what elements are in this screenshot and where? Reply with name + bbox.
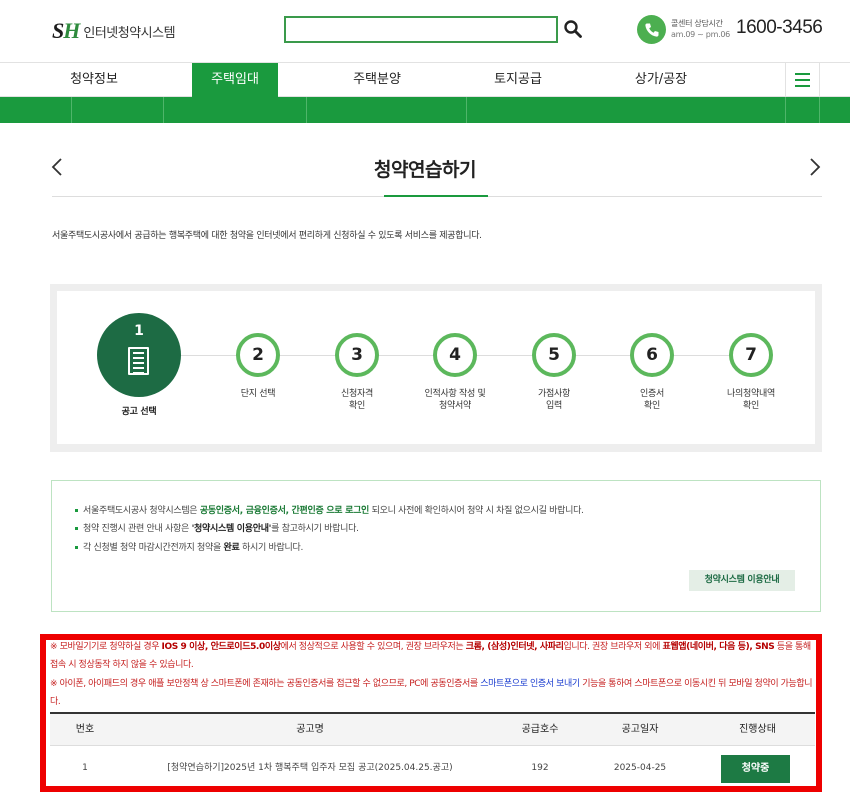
nav-item-land-supply[interactable]: 토지공급 bbox=[468, 63, 568, 97]
nav-item-commercial-factory[interactable]: 상가/공장 bbox=[611, 63, 711, 97]
logo-mark: SH bbox=[52, 18, 80, 43]
nav-item-housing-rental[interactable]: 주택임대 bbox=[192, 63, 278, 97]
step-4-label: 인적사항 작성 및 청약서약 bbox=[424, 389, 486, 411]
notice-line-3: 각 신청별 청약 마감시간전까지 청약을 완료 하시기 바랍니다. bbox=[75, 540, 303, 553]
step-6: 6 bbox=[630, 333, 674, 377]
step-number: 1 bbox=[134, 323, 144, 339]
step-5-label: 가점사항 입력 bbox=[538, 389, 570, 411]
phone-number: 1600-3456 bbox=[736, 17, 823, 38]
step-7-label: 나의청약내역 확인 bbox=[727, 389, 775, 411]
logo-text: 인터넷청약시스템 bbox=[83, 25, 176, 41]
search-input[interactable] bbox=[284, 16, 558, 43]
step-3-label: 신청자격 확인 bbox=[341, 389, 373, 411]
step-5: 5 bbox=[532, 333, 576, 377]
nav-item-subscription-info[interactable]: 청약정보 bbox=[44, 63, 144, 97]
step-1-label: 공고 선택 bbox=[121, 407, 157, 417]
chevron-right-icon[interactable] bbox=[808, 157, 822, 177]
document-icon bbox=[128, 347, 149, 375]
nav-item-housing-sale[interactable]: 주택분양 bbox=[327, 63, 427, 97]
breadcrumb-level1[interactable] bbox=[72, 97, 164, 123]
callcenter-hours: am.09 ~ pm.06 bbox=[671, 30, 730, 39]
highlight-frame bbox=[40, 634, 822, 792]
step-7: 7 bbox=[729, 333, 773, 377]
site-logo[interactable]: SH 인터넷청약시스템 bbox=[52, 18, 176, 44]
notice-line-1: 서울주택도시공사 청약시스템은 공동인증서, 금융인증서, 간편인증 으로 로그… bbox=[75, 503, 584, 516]
page-title: 청약연습하기 bbox=[374, 159, 476, 181]
phone-icon bbox=[637, 15, 666, 44]
hamburger-menu-icon[interactable] bbox=[785, 63, 820, 97]
step-2-label: 단지 선택 bbox=[240, 389, 276, 399]
step-1-current: 1 bbox=[97, 313, 181, 397]
breadcrumb-level2[interactable] bbox=[164, 97, 307, 123]
site-header: SH 인터넷청약시스템 콜센터 상담시간 am.09 ~ pm.06 1600-… bbox=[0, 0, 850, 62]
main-nav: 청약정보 주택임대 주택분양 토지공급 상가/공장 bbox=[0, 62, 850, 97]
step-2: 2 bbox=[236, 333, 280, 377]
step-3: 3 bbox=[335, 333, 379, 377]
notice-line-2: 청약 진행시 관련 안내 사항은 '청약시스템 이용안내'를 참고하시기 바랍니… bbox=[75, 521, 359, 534]
step-4: 4 bbox=[433, 333, 477, 377]
system-guide-button[interactable]: 청약시스템 이용안내 bbox=[689, 570, 795, 591]
intro-text: 서울주택도시공사에서 공급하는 행복주택에 대한 청약을 인터넷에서 편리하게 … bbox=[52, 231, 482, 241]
title-accent bbox=[384, 195, 488, 197]
callcenter-title: 콜센터 상담시간 bbox=[671, 19, 723, 28]
step-6-label: 인증서 확인 bbox=[640, 389, 664, 411]
breadcrumb-level3[interactable] bbox=[307, 97, 467, 123]
breadcrumb-home[interactable] bbox=[50, 97, 72, 123]
search-icon[interactable] bbox=[563, 19, 583, 39]
breadcrumb-bar bbox=[0, 97, 850, 123]
callcenter-info: 콜센터 상담시간 am.09 ~ pm.06 bbox=[671, 18, 730, 40]
breadcrumb-share[interactable] bbox=[785, 97, 820, 123]
